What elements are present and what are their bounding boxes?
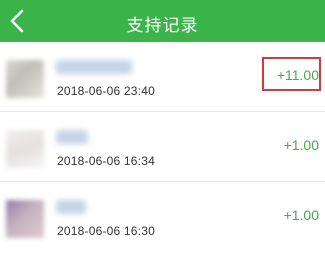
list-item[interactable]: 2018-06-06 16:30 +1.00 — [0, 182, 325, 252]
record-timestamp: 2018-06-06 16:34 — [57, 154, 155, 168]
record-amount: +1.00 — [283, 137, 319, 153]
record-timestamp: 2018-06-06 16:30 — [57, 224, 155, 238]
blurred-username — [56, 130, 88, 144]
app-header: 支持记录 — [0, 0, 325, 42]
avatar — [6, 130, 44, 168]
page-title: 支持记录 — [126, 16, 199, 35]
record-timestamp: 2018-06-06 23:40 — [57, 84, 155, 98]
avatar — [6, 60, 44, 98]
highlight-box — [262, 57, 321, 91]
list-item[interactable]: 2018-06-06 23:40 +11.00 — [0, 42, 325, 112]
avatar — [6, 200, 44, 238]
blurred-username — [56, 60, 132, 74]
list-item[interactable]: 2018-06-06 16:34 +1.00 — [0, 112, 325, 182]
support-record-list: 2018-06-06 23:40 +11.00 2018-06-06 16:34… — [0, 42, 325, 252]
blurred-username — [56, 200, 86, 214]
record-amount: +1.00 — [283, 207, 319, 223]
